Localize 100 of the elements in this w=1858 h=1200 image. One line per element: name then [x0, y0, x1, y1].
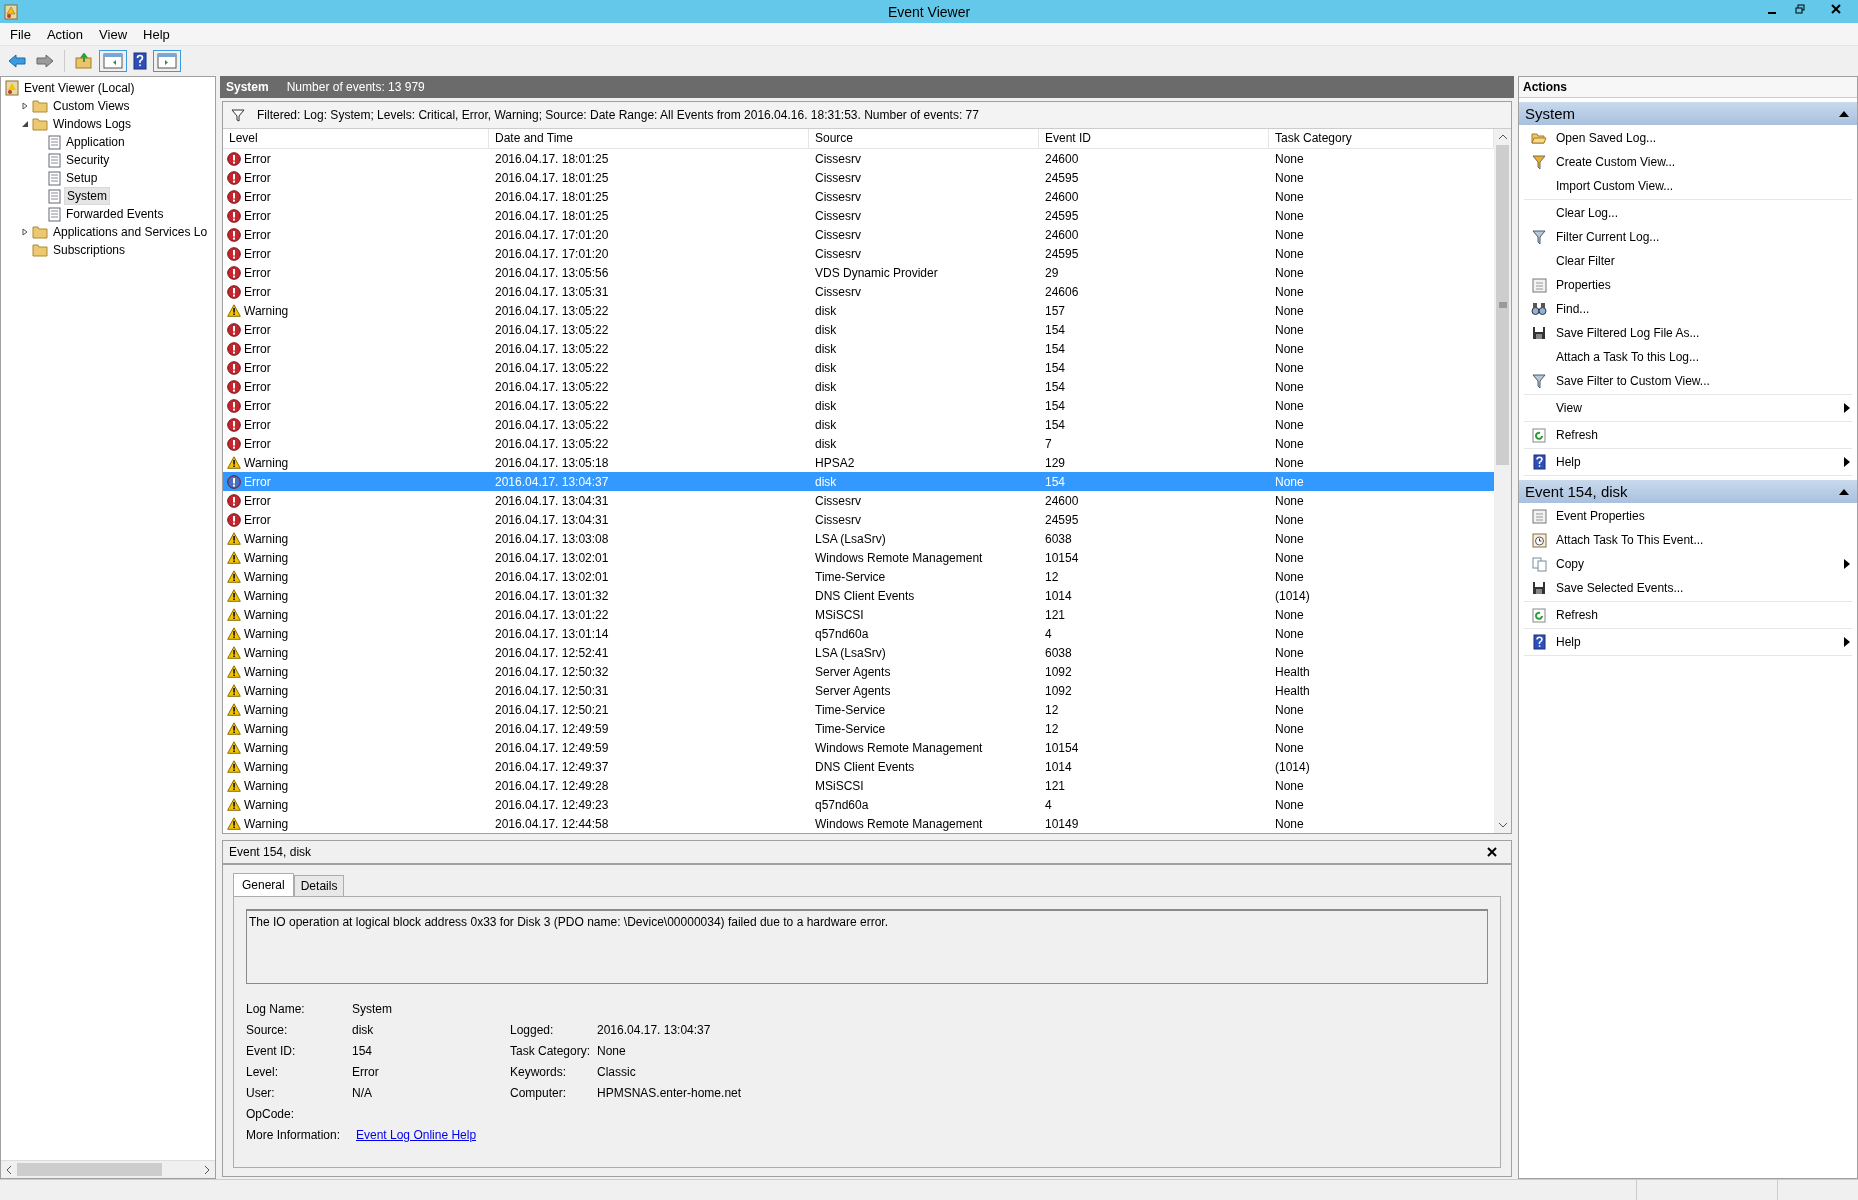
column-header[interactable]: Source [809, 129, 1039, 148]
tree-item[interactable]: Applications and Services Lo [51, 224, 210, 240]
tree-item[interactable]: Event Viewer (Local) [22, 80, 137, 96]
event-row[interactable]: Error 2016.04.17. 18:01:25 Cissesrv 24600 None [223, 187, 1494, 206]
tab[interactable]: Details [293, 875, 345, 896]
command-item[interactable]: Clear Log... [1524, 201, 1852, 225]
event-row[interactable]: Error 2016.04.17. 13:05:22 disk 154 None [223, 396, 1494, 415]
tree-item[interactable]: Subscriptions [51, 242, 128, 258]
tree-item[interactable]: Application [64, 134, 127, 150]
command-item[interactable]: Clear Filter [1524, 249, 1852, 273]
event-row[interactable]: Error 2016.04.17. 13:05:31 Cissesrv 24606 None [223, 282, 1494, 301]
menu-item[interactable]: View [93, 26, 134, 42]
command-item[interactable]: Help [1524, 630, 1852, 654]
event-row[interactable]: Error 2016.04.17. 13:05:22 disk 154 None [223, 377, 1494, 396]
menu-item[interactable]: File [4, 26, 37, 42]
command-item[interactable]: Save Filter to Custom View... [1524, 369, 1852, 393]
scroll-thumb[interactable] [1496, 145, 1509, 465]
event-row[interactable]: Warning 2016.04.17. 13:05:22 disk 157 None [223, 301, 1494, 320]
menu-item[interactable]: Action [40, 26, 90, 42]
category-cell-text: None [1274, 398, 1305, 413]
expand-arrow-icon[interactable] [21, 102, 29, 110]
event-row[interactable]: Warning 2016.04.17. 12:50:31 Server Agents 1092 Health [223, 681, 1494, 700]
tree-item[interactable]: System [64, 187, 110, 205]
event-row[interactable]: Warning 2016.04.17. 12:49:59 Windows Remote Management 10154 None [223, 738, 1494, 757]
event-row[interactable]: Error 2016.04.17. 18:01:25 Cissesrv 24600 None [223, 149, 1494, 168]
expand-arrow-icon[interactable] [21, 228, 29, 236]
collapse-arrow-icon[interactable] [21, 120, 29, 128]
menu-item[interactable]: Help [137, 26, 176, 42]
help-icon [1532, 454, 1546, 470]
tab[interactable]: General [233, 873, 294, 896]
error-icon [227, 436, 241, 451]
column-header[interactable]: Date and Time [489, 129, 809, 148]
event-row[interactable]: Warning 2016.04.17. 12:50:32 Server Agents 1092 Health [223, 662, 1494, 681]
scroll-thumb[interactable] [17, 1163, 162, 1176]
command-item[interactable]: View [1524, 396, 1852, 420]
command-item[interactable]: Create Custom View... [1524, 150, 1852, 174]
event-row[interactable]: Warning 2016.04.17. 12:49:23 q57nd60a 4 None [223, 795, 1494, 814]
event-row[interactable]: Error 2016.04.17. 18:01:25 Cissesrv 24595 None [223, 168, 1494, 187]
field-value: 154 [352, 1043, 373, 1058]
tree-item[interactable]: Security [64, 152, 112, 168]
event-id-cell-text: 24595 [1044, 246, 1080, 261]
command-item[interactable]: Refresh [1524, 603, 1852, 627]
command-item[interactable]: Save Filtered Log File As... [1524, 321, 1852, 345]
event-row[interactable]: Warning 2016.04.17. 13:01:32 DNS Client Events 1014 (1014) [223, 586, 1494, 605]
log-icon [48, 152, 61, 168]
event-row[interactable]: Warning 2016.04.17. 13:02:01 Windows Remote Management 10154 None [223, 548, 1494, 567]
command-item[interactable]: Attach a Task To this Log... [1524, 345, 1852, 369]
event-row[interactable]: Error 2016.04.17. 13:05:22 disk 154 None [223, 358, 1494, 377]
command-item[interactable]: Refresh [1524, 423, 1852, 447]
command-item[interactable]: Properties [1524, 273, 1852, 297]
event-row[interactable]: Warning 2016.04.17. 12:50:21 Time-Service 12 None [223, 700, 1494, 719]
event-row[interactable]: Warning 2016.04.17. 13:02:01 Time-Service 12 None [223, 567, 1494, 586]
command-item[interactable]: Attach Task To This Event... [1524, 528, 1852, 552]
section-header[interactable]: Event 154, disk [1519, 480, 1857, 503]
event-row[interactable]: Error 2016.04.17. 13:05:22 disk 154 None [223, 320, 1494, 339]
category-cell-text: Health [1274, 664, 1311, 679]
event-row[interactable]: Error 2016.04.17. 13:05:22 disk 7 None [223, 434, 1494, 453]
warning-icon [227, 798, 241, 811]
event-row[interactable]: Error 2016.04.17. 13:05:56 VDS Dynamic Provider 29 None [223, 263, 1494, 282]
event-row[interactable]: Warning 2016.04.17. 13:05:18 HPSA2 129 None [223, 453, 1494, 472]
date-cell-text: 2016.04.17. 13:04:37 [494, 474, 610, 489]
date-cell-text: 2016.04.17. 17:01:20 [494, 227, 610, 242]
event-row[interactable]: Warning 2016.04.17. 12:49:28 MSiSCSI 121 None [223, 776, 1494, 795]
column-header[interactable]: Level [223, 129, 489, 148]
tree-item[interactable]: Setup [64, 170, 100, 186]
command-item[interactable]: Event Properties [1524, 504, 1852, 528]
command-item[interactable]: Import Custom View... [1524, 174, 1852, 198]
tree-item[interactable]: Windows Logs [51, 116, 134, 132]
event-row[interactable]: Error 2016.04.17. 13:05:22 disk 154 None [223, 339, 1494, 358]
section-header[interactable]: System [1519, 102, 1857, 125]
horizontal-scrollbar[interactable] [1, 1160, 215, 1178]
event-row[interactable]: Error 2016.04.17. 17:01:20 Cissesrv 24600 None [223, 225, 1494, 244]
help-link[interactable]: Event Log Online Help [356, 1127, 477, 1142]
command-item[interactable]: Save Selected Events... [1524, 576, 1852, 600]
command-item[interactable]: Copy [1524, 552, 1852, 576]
event-row[interactable]: Error 2016.04.17. 18:01:25 Cissesrv 24595 None [223, 206, 1494, 225]
source-cell-text: Cissesrv [814, 227, 862, 242]
event-row[interactable]: Error 2016.04.17. 17:01:20 Cissesrv 24595 None [223, 244, 1494, 263]
event-row[interactable]: Error 2016.04.17. 13:04:31 Cissesrv 24600 None [223, 491, 1494, 510]
event-row[interactable]: Error 2016.04.17. 13:05:22 disk 154 None [223, 415, 1494, 434]
event-row[interactable]: Warning 2016.04.17. 13:01:14 q57nd60a 4 None [223, 624, 1494, 643]
command-item[interactable]: Help [1524, 450, 1852, 474]
event-row[interactable]: Warning 2016.04.17. 12:44:58 Windows Remote Management 10149 None [223, 814, 1494, 833]
event-row[interactable]: Warning 2016.04.17. 12:52:41 LSA (LsaSrv) 6038 None [223, 643, 1494, 662]
event-id-cell-text: 154 [1044, 322, 1067, 337]
event-row[interactable]: Warning 2016.04.17. 12:49:59 Time-Service 12 None [223, 719, 1494, 738]
vertical-scrollbar[interactable] [1494, 129, 1511, 833]
column-header[interactable]: Event ID [1039, 129, 1269, 148]
command-item[interactable]: Find... [1524, 297, 1852, 321]
event-row[interactable]: Error 2016.04.17. 13:04:31 Cissesrv 24595 None [223, 510, 1494, 529]
event-row[interactable]: Warning 2016.04.17. 12:49:37 DNS Client Events 1014 (1014) [223, 757, 1494, 776]
tree-item[interactable]: Custom Views [51, 98, 132, 114]
tree-item[interactable]: Forwarded Events [64, 206, 166, 222]
close-icon[interactable] [1487, 847, 1497, 857]
refresh-icon [1532, 607, 1546, 623]
event-row[interactable]: Warning 2016.04.17. 13:01:22 MSiSCSI 121 None [223, 605, 1494, 624]
category-cell-text: None [1274, 341, 1305, 356]
event-row[interactable]: Warning 2016.04.17. 13:03:08 LSA (LsaSrv) 6038 None [223, 529, 1494, 548]
command-item[interactable]: Open Saved Log... [1524, 126, 1852, 150]
command-item[interactable]: Filter Current Log... [1524, 225, 1852, 249]
